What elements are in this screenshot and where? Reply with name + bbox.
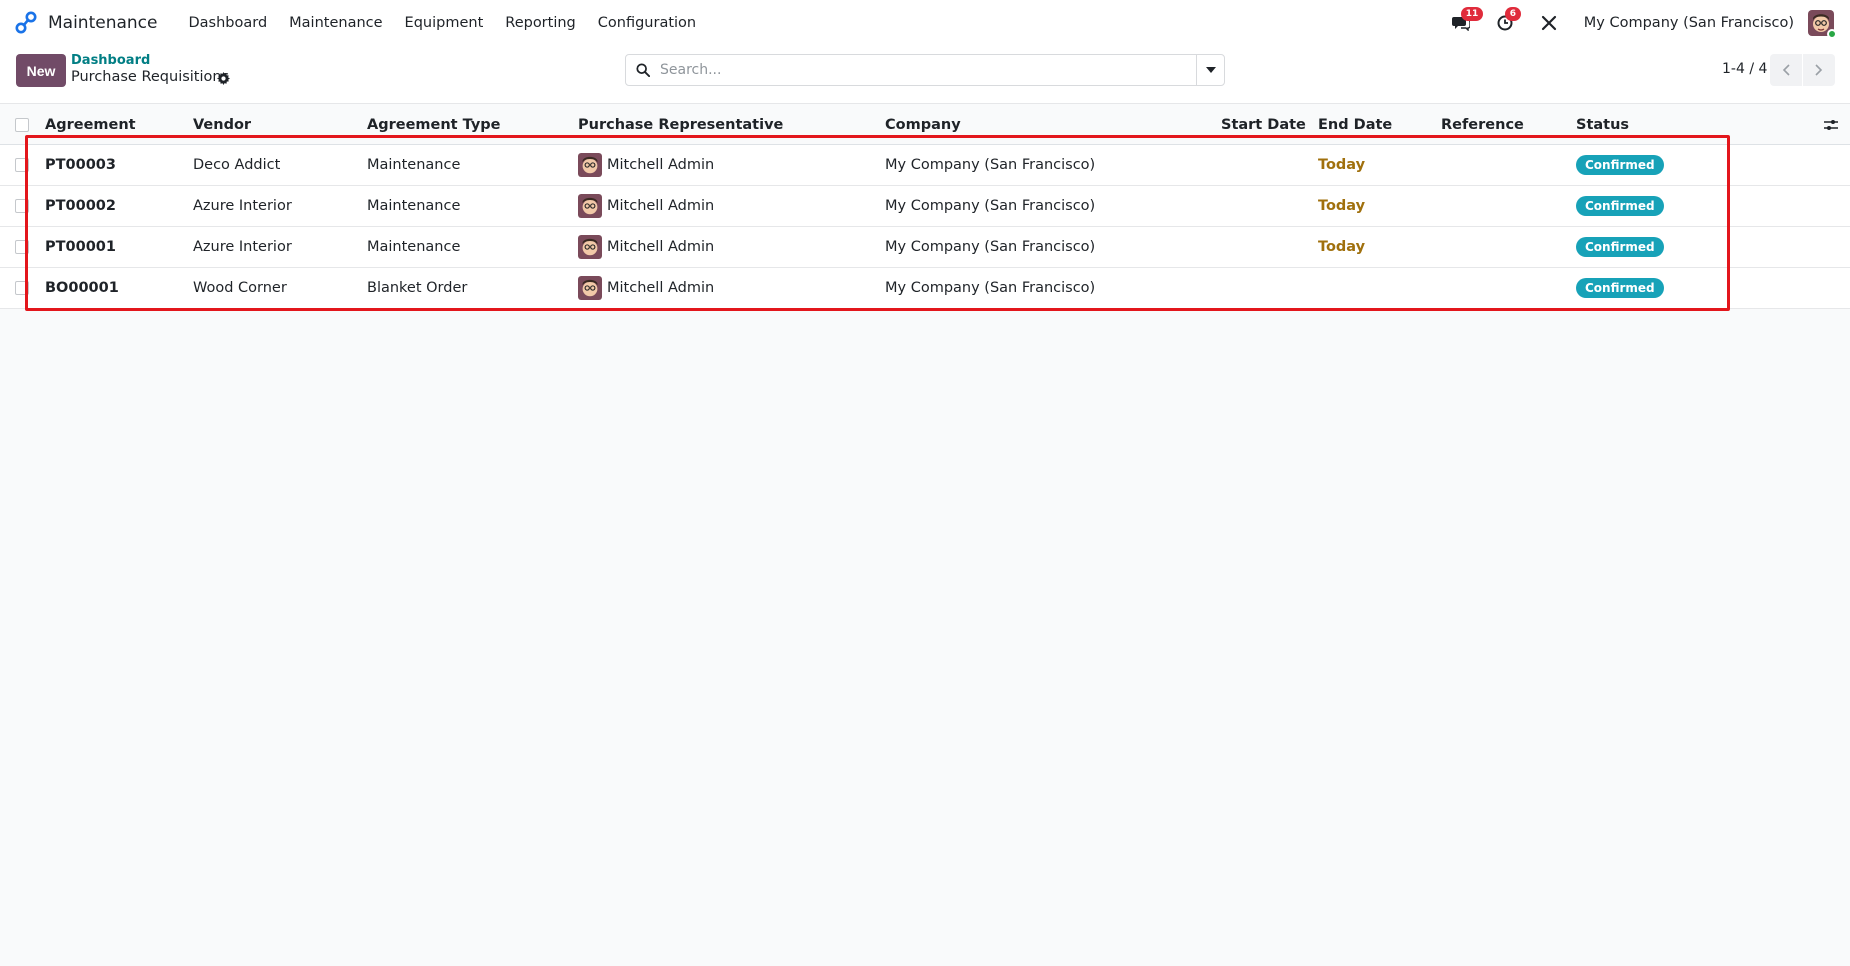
cell-vendor[interactable]: Azure Interior: [193, 227, 292, 267]
top-navbar: Maintenance Dashboard Maintenance Equipm…: [0, 0, 1850, 45]
app-brand[interactable]: Maintenance: [14, 11, 157, 35]
cell-status[interactable]: Confirmed: [1576, 186, 1664, 226]
chevron-left-icon: [1782, 64, 1790, 76]
cell-agreement[interactable]: PT00003: [45, 145, 116, 185]
column-header-end-date[interactable]: End Date: [1318, 105, 1392, 144]
search-bar: [625, 54, 1225, 86]
column-header-agreement[interactable]: Agreement: [45, 105, 136, 144]
main-menu: Dashboard Maintenance Equipment Reportin…: [177, 15, 707, 31]
cell-agreement-type[interactable]: Maintenance: [367, 145, 460, 185]
cell-company[interactable]: My Company (San Francisco): [885, 145, 1095, 185]
list-view: Agreement Vendor Agreement Type Purchase…: [0, 105, 1850, 309]
cell-end-date[interactable]: Today: [1318, 186, 1365, 226]
table-row[interactable]: PT00002 Azure Interior Maintenance Mitch…: [0, 186, 1850, 227]
debug-tools-button[interactable]: [1536, 10, 1562, 36]
user-avatar-icon: [578, 153, 602, 177]
cell-agreement-type[interactable]: Maintenance: [367, 227, 460, 267]
company-switcher[interactable]: My Company (San Francisco): [1584, 15, 1794, 31]
messages-button[interactable]: 11: [1448, 6, 1484, 36]
cell-vendor[interactable]: Deco Addict: [193, 145, 280, 185]
new-button[interactable]: New: [16, 54, 66, 87]
table-row[interactable]: PT00003 Deco Addict Maintenance Mitchell…: [0, 145, 1850, 186]
activities-count-badge: 6: [1504, 6, 1522, 21]
column-header-vendor[interactable]: Vendor: [193, 105, 251, 144]
search-options-toggle[interactable]: [1196, 55, 1224, 85]
pager-value[interactable]: 1-4 / 4: [1722, 61, 1767, 77]
cell-status[interactable]: Confirmed: [1576, 145, 1664, 185]
cell-end-date[interactable]: Today: [1318, 145, 1365, 185]
status-badge: Confirmed: [1576, 237, 1664, 257]
status-badge: Confirmed: [1576, 278, 1664, 298]
cell-status[interactable]: Confirmed: [1576, 227, 1664, 267]
rep-name: Mitchell Admin: [607, 239, 715, 255]
column-header-purchase-representative[interactable]: Purchase Representative: [578, 105, 783, 144]
online-status-dot: [1827, 28, 1837, 39]
search-input[interactable]: [660, 56, 1196, 84]
caret-down-icon: [1205, 67, 1216, 73]
app-name[interactable]: Maintenance: [48, 13, 157, 33]
row-checkbox[interactable]: [15, 158, 29, 172]
search-icon: [626, 63, 660, 77]
activities-button[interactable]: 6: [1492, 6, 1522, 36]
pager-previous-button[interactable]: [1770, 54, 1802, 86]
cell-status[interactable]: Confirmed: [1576, 268, 1664, 308]
column-header-start-date[interactable]: Start Date: [1221, 105, 1306, 144]
cell-purchase-representative[interactable]: Mitchell Admin: [578, 145, 714, 185]
sliders-icon: [1824, 119, 1838, 130]
cell-company[interactable]: My Company (San Francisco): [885, 227, 1095, 267]
cell-agreement[interactable]: BO00001: [45, 268, 119, 308]
actions-gear-button[interactable]: [215, 70, 231, 86]
user-avatar-icon: [578, 194, 602, 218]
pager-next-button[interactable]: [1803, 54, 1835, 86]
messages-count-badge: 11: [1460, 6, 1484, 21]
column-header-status[interactable]: Status: [1576, 105, 1629, 144]
rep-name: Mitchell Admin: [607, 280, 715, 296]
menu-configuration[interactable]: Configuration: [587, 15, 707, 31]
cell-purchase-representative[interactable]: Mitchell Admin: [578, 186, 714, 226]
chevron-right-icon: [1815, 64, 1823, 76]
cell-agreement[interactable]: PT00002: [45, 186, 116, 226]
cell-agreement-type[interactable]: Maintenance: [367, 186, 460, 226]
select-all-checkbox[interactable]: [15, 117, 29, 132]
menu-reporting[interactable]: Reporting: [494, 15, 587, 31]
breadcrumb-dashboard[interactable]: Dashboard: [71, 53, 150, 68]
row-checkbox[interactable]: [15, 199, 29, 213]
app-logo-icon: [15, 11, 37, 33]
cell-company[interactable]: My Company (San Francisco): [885, 268, 1095, 308]
menu-equipment[interactable]: Equipment: [394, 15, 495, 31]
status-badge: Confirmed: [1576, 155, 1664, 175]
rep-name: Mitchell Admin: [607, 157, 715, 173]
rep-name: Mitchell Admin: [607, 198, 715, 214]
cell-agreement-type[interactable]: Blanket Order: [367, 268, 467, 308]
cell-purchase-representative[interactable]: Mitchell Admin: [578, 268, 714, 308]
cell-purchase-representative[interactable]: Mitchell Admin: [578, 227, 714, 267]
menu-dashboard[interactable]: Dashboard: [177, 15, 278, 31]
table-header: Agreement Vendor Agreement Type Purchase…: [0, 105, 1850, 145]
cell-vendor[interactable]: Azure Interior: [193, 186, 292, 226]
table-row[interactable]: BO00001 Wood Corner Blanket Order Mitche…: [0, 268, 1850, 309]
table-row[interactable]: PT00001 Azure Interior Maintenance Mitch…: [0, 227, 1850, 268]
row-checkbox[interactable]: [15, 240, 29, 254]
menu-maintenance[interactable]: Maintenance: [278, 15, 393, 31]
user-avatar-icon: [578, 235, 602, 259]
cell-end-date[interactable]: Today: [1318, 227, 1365, 267]
status-badge: Confirmed: [1576, 196, 1664, 216]
cell-company[interactable]: My Company (San Francisco): [885, 186, 1095, 226]
column-header-agreement-type[interactable]: Agreement Type: [367, 105, 501, 144]
column-header-reference[interactable]: Reference: [1441, 105, 1524, 144]
page-title: Purchase Requisitions: [71, 69, 230, 85]
tools-icon: [1541, 15, 1556, 30]
column-header-company[interactable]: Company: [885, 105, 961, 144]
user-avatar-icon: [578, 276, 602, 300]
systray: 11 6 My Company (San Francisco): [1448, 0, 1850, 45]
gear-icon: [216, 71, 230, 85]
control-panel: New Dashboard Purchase Requisitions 1-4 …: [0, 45, 1850, 104]
user-avatar[interactable]: [1808, 9, 1837, 39]
row-checkbox[interactable]: [15, 281, 29, 295]
cell-agreement[interactable]: PT00001: [45, 227, 116, 267]
cell-vendor[interactable]: Wood Corner: [193, 268, 287, 308]
optional-columns-toggle[interactable]: [1824, 105, 1838, 144]
